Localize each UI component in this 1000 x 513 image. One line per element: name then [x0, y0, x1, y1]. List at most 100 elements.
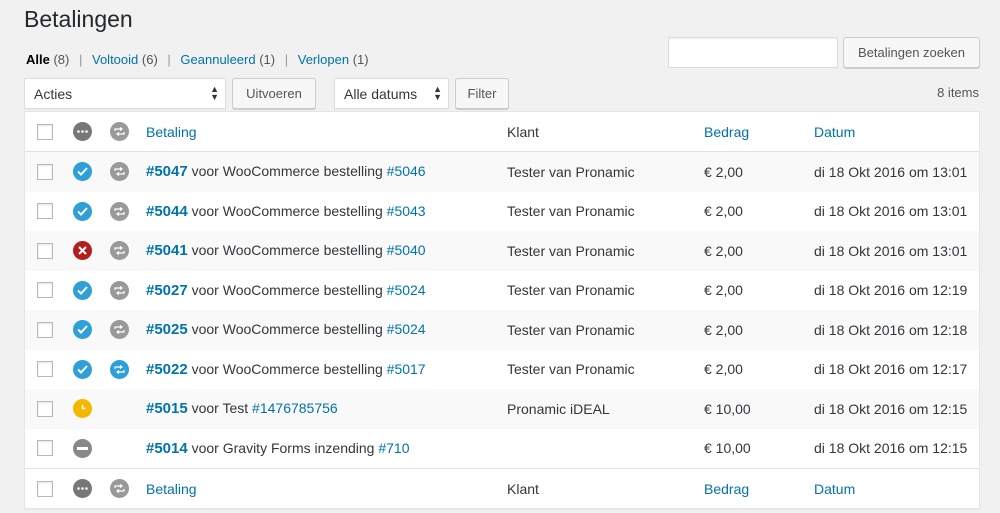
- row-checkbox[interactable]: [37, 440, 53, 457]
- amount: € 2,00: [704, 203, 743, 220]
- repeat-icon: [110, 320, 129, 340]
- view-cancelled-count: (1): [259, 52, 276, 67]
- date: di 18 Okt 2016 om 12:17: [814, 361, 968, 378]
- table-row: #5044 voor WooCommerce bestelling #5043 …: [25, 192, 979, 232]
- order-link[interactable]: #5024: [387, 321, 426, 337]
- payment-link[interactable]: #5044: [146, 203, 188, 220]
- row-checkbox[interactable]: [37, 400, 53, 417]
- customer: Pronamic iDEAL: [507, 400, 610, 417]
- select-all-checkbox[interactable]: [37, 480, 53, 497]
- payment-title: #5044 voor WooCommerce bestelling #5043: [146, 202, 426, 220]
- payment-link[interactable]: #5047: [146, 163, 188, 180]
- payment-link[interactable]: #5041: [146, 242, 188, 259]
- row-checkbox[interactable]: [37, 203, 53, 220]
- view-completed-count: (6): [141, 52, 158, 67]
- column-datum[interactable]: Datum: [814, 481, 855, 497]
- bulk-actions-select[interactable]: Acties ▲ ▼: [24, 78, 226, 109]
- view-cancelled-link[interactable]: Geannuleerd: [180, 52, 255, 67]
- table-row: #5022 voor WooCommerce bestelling #5017 …: [25, 350, 979, 390]
- table-header-row: Betaling Klant Bedrag Datum: [25, 112, 979, 152]
- check-circle-icon: [73, 280, 92, 300]
- column-klant: Klant: [507, 480, 539, 497]
- view-all-count: (8): [53, 52, 70, 67]
- row-checkbox[interactable]: [37, 361, 53, 378]
- repeat-icon: [110, 201, 129, 221]
- column-bedrag[interactable]: Bedrag: [704, 124, 749, 140]
- column-betaling[interactable]: Betaling: [146, 481, 197, 497]
- payment-link[interactable]: #5022: [146, 361, 188, 378]
- amount: € 2,00: [704, 163, 743, 180]
- amount: € 2,00: [704, 361, 743, 378]
- row-checkbox[interactable]: [37, 242, 53, 259]
- page-title: Betalingen: [24, 6, 133, 32]
- row-checkbox[interactable]: [37, 282, 53, 299]
- payment-title: #5022 voor WooCommerce bestelling #5017: [146, 360, 426, 378]
- check-circle-icon: [73, 320, 92, 340]
- payment-link[interactable]: #5025: [146, 321, 188, 338]
- payment-link[interactable]: #5015: [146, 400, 188, 417]
- payment-link[interactable]: #5027: [146, 282, 188, 299]
- payment-title: #5014 voor Gravity Forms inzending #710: [146, 439, 410, 457]
- customer: Tester van Pronamic: [507, 361, 635, 378]
- payment-title: #5015 voor Test #1476785756: [146, 400, 338, 418]
- date: di 18 Okt 2016 om 12:19: [814, 282, 968, 299]
- order-link[interactable]: #1476785756: [252, 400, 338, 416]
- date-filter-value: Alle datums: [344, 85, 418, 102]
- amount: € 10,00: [704, 400, 751, 417]
- repeat-icon: [110, 241, 129, 261]
- view-completed-link[interactable]: Voltooid: [92, 52, 138, 67]
- bulk-actions-value: Acties: [34, 85, 73, 102]
- search-button[interactable]: Betalingen zoeken: [843, 37, 980, 68]
- check-circle-icon: [73, 162, 92, 182]
- items-count: 8 items: [937, 85, 979, 100]
- order-link[interactable]: #5043: [387, 203, 426, 219]
- payment-link[interactable]: #5014: [146, 440, 188, 457]
- view-all-link[interactable]: Alle: [26, 52, 50, 67]
- table-footer-row: Betaling Klant Bedrag Datum: [25, 468, 979, 508]
- customer: Tester van Pronamic: [507, 242, 635, 259]
- payment-title: #5047 voor WooCommerce bestelling #5046: [146, 163, 426, 181]
- search-input[interactable]: [668, 37, 838, 68]
- x-circle-icon: [73, 241, 92, 261]
- repeat-icon: [110, 162, 129, 182]
- column-betaling[interactable]: Betaling: [146, 124, 197, 140]
- more-dots-icon: [73, 479, 92, 498]
- payment-title: #5027 voor WooCommerce bestelling #5024: [146, 281, 426, 299]
- filter-button[interactable]: Filter: [455, 78, 509, 109]
- repeat-icon: [110, 122, 129, 141]
- repeat-icon: [110, 479, 129, 498]
- select-all-checkbox[interactable]: [37, 123, 53, 140]
- select-arrows-icon: ▲ ▼: [210, 84, 219, 102]
- status-views: Alle (8) | Voltooid (6) | Geannuleerd (1…: [26, 52, 369, 67]
- amount: € 2,00: [704, 321, 743, 338]
- date: di 18 Okt 2016 om 12:18: [814, 321, 968, 338]
- table-row: #5027 voor WooCommerce bestelling #5024 …: [25, 271, 979, 311]
- payment-title: #5041 voor WooCommerce bestelling #5040: [146, 242, 426, 260]
- amount: € 10,00: [704, 440, 751, 457]
- column-bedrag[interactable]: Bedrag: [704, 481, 749, 497]
- table-row: #5015 voor Test #1476785756 Pronamic iDE…: [25, 389, 979, 429]
- order-link[interactable]: #5024: [387, 282, 426, 298]
- column-klant: Klant: [507, 123, 539, 140]
- column-datum[interactable]: Datum: [814, 124, 855, 140]
- bulk-apply-button[interactable]: Uitvoeren: [232, 78, 316, 109]
- order-link[interactable]: #710: [378, 440, 409, 456]
- date: di 18 Okt 2016 om 12:15: [814, 400, 968, 417]
- customer: Tester van Pronamic: [507, 321, 635, 338]
- customer: Tester van Pronamic: [507, 203, 635, 220]
- date: di 18 Okt 2016 om 13:01: [814, 203, 968, 220]
- order-link[interactable]: #5046: [387, 163, 426, 179]
- repeat-icon: [110, 280, 129, 300]
- row-checkbox[interactable]: [37, 321, 53, 338]
- customer: Tester van Pronamic: [507, 163, 635, 180]
- date-filter-select[interactable]: Alle datums ▲ ▼: [334, 78, 449, 109]
- table-row: #5047 voor WooCommerce bestelling #5046 …: [25, 152, 979, 192]
- amount: € 2,00: [704, 282, 743, 299]
- order-link[interactable]: #5017: [387, 361, 426, 377]
- date: di 18 Okt 2016 om 13:01: [814, 163, 968, 180]
- payment-title: #5025 voor WooCommerce bestelling #5024: [146, 321, 426, 339]
- row-checkbox[interactable]: [37, 163, 53, 180]
- order-link[interactable]: #5040: [387, 242, 426, 258]
- view-expired-link[interactable]: Verlopen: [298, 52, 349, 67]
- table-row: #5041 voor WooCommerce bestelling #5040 …: [25, 231, 979, 271]
